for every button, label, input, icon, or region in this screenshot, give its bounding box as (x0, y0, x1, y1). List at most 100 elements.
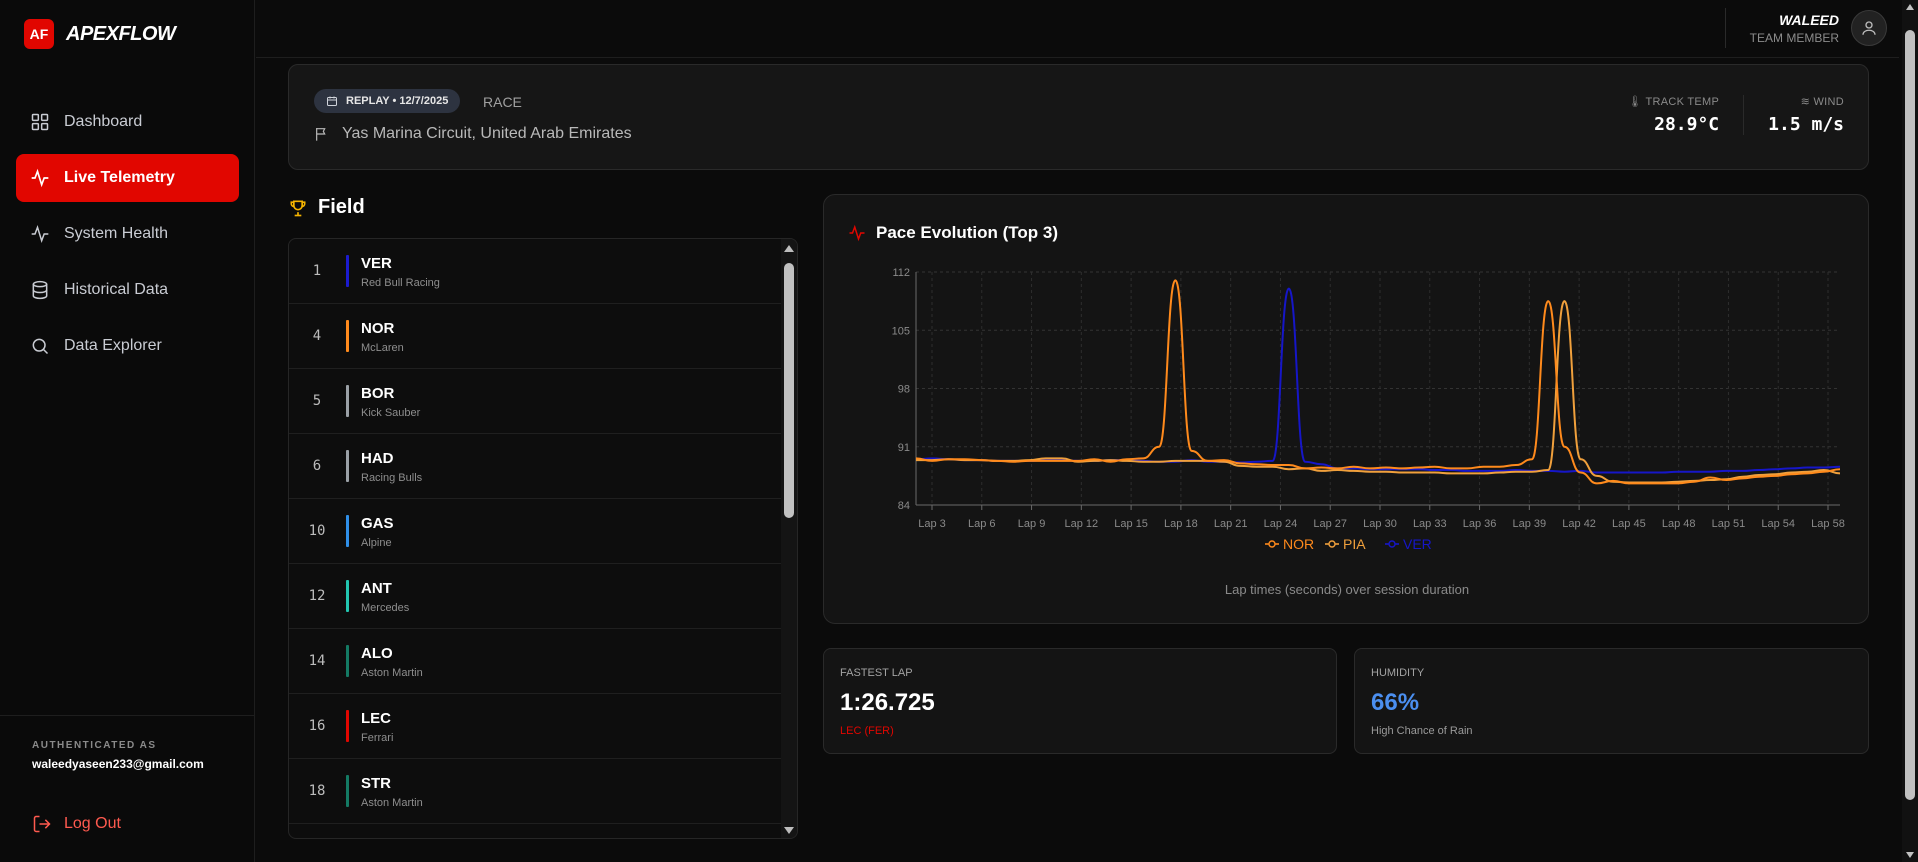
driver-team: Ferrari (361, 732, 394, 744)
team-color-bar (346, 515, 349, 547)
team-color-bar (346, 710, 349, 742)
nav-item-system-health[interactable]: System Health (16, 210, 239, 258)
field-title-label: Field (318, 196, 365, 218)
nav-item-data-explorer[interactable]: Data Explorer (16, 322, 239, 370)
driver-code: VER (361, 255, 392, 272)
team-color-bar (346, 255, 349, 287)
nav-label: Live Telemetry (64, 169, 175, 186)
driver-position: 14 (308, 653, 326, 669)
trophy-icon (290, 200, 306, 216)
driver-row[interactable]: 14 ALO Aston Martin (289, 629, 797, 694)
driver-row[interactable]: 5 BOR Kick Sauber (289, 369, 797, 434)
fastest-lap-value: 1:26.725 (840, 689, 935, 716)
driver-team: McLaren (361, 342, 404, 354)
x-tick-label: Lap 24 (1264, 518, 1298, 530)
legend-item-ver[interactable]: VER (1385, 536, 1432, 552)
scroll-down-arrow[interactable] (784, 827, 794, 834)
user-name: WALEED (1779, 11, 1839, 28)
driver-row[interactable]: 6 HAD Racing Bulls (289, 434, 797, 499)
driver-code: ANT (361, 580, 392, 597)
driver-row[interactable]: 18 STR Aston Martin (289, 759, 797, 824)
user-menu[interactable]: WALEED TEAM MEMBER (1724, 8, 1899, 48)
y-tick-label: 91 (898, 442, 910, 454)
pace-chart: 84 91 98 105 112 Lap 3 Lap 6 Lap 9 Lap 12 Lap 15 L… (892, 267, 1845, 552)
driver-team: Aston Martin (361, 797, 423, 809)
team-color-bar (346, 450, 349, 482)
nav-item-dashboard[interactable]: Dashboard (16, 98, 239, 146)
driver-code: BOR (361, 385, 395, 402)
humidity-label: HUMIDITY (1371, 667, 1425, 679)
weather-stats: 🌡 TRACK TEMP 28.9°C ≋ WIND 1.5 m/s (1604, 95, 1844, 135)
pace-chart-title: Pace Evolution (Top 3) (848, 223, 1058, 243)
series-line-nor (915, 279, 1841, 485)
scroll-thumb[interactable] (784, 263, 794, 518)
team-color-bar (346, 320, 349, 352)
legend-label: PIA (1343, 536, 1366, 552)
wind-icon: ≋ (1800, 96, 1811, 108)
driver-position: 6 (312, 458, 322, 474)
x-tick-label: Lap 42 (1562, 518, 1596, 530)
page-scrollbar[interactable] (1902, 0, 1918, 862)
team-color-bar (346, 645, 349, 677)
avatar[interactable] (1851, 10, 1887, 46)
driver-position: 18 (308, 783, 326, 799)
page-scroll-down-arrow[interactable] (1906, 852, 1914, 858)
x-tick-label: Lap 12 (1065, 518, 1099, 530)
driver-rows: 1 VER Red Bull Racing 4 NOR McLaren 5 BOR Kick S… (289, 239, 797, 824)
activity-icon (849, 224, 865, 242)
x-tick-label: Lap 51 (1712, 518, 1746, 530)
scroll-up-arrow[interactable] (784, 245, 794, 252)
track-temp: 🌡 TRACK TEMP 28.9°C (1604, 95, 1719, 135)
nav-label: Data Explorer (64, 337, 162, 354)
driver-team: Mercedes (361, 602, 410, 614)
fastest-lap-label: FASTEST LAP (840, 667, 913, 679)
brand-logo[interactable]: AF APEXFLOW (24, 19, 176, 49)
driver-row[interactable]: 4 NOR McLaren (289, 304, 797, 369)
legend-item-pia[interactable]: PIA (1325, 536, 1366, 552)
driver-position: 12 (308, 588, 326, 604)
driver-row[interactable]: 1 VER Red Bull Racing (289, 239, 797, 304)
legend-marker (1328, 540, 1336, 548)
circuit: Yas Marina Circuit, United Arab Emirates (314, 125, 632, 143)
x-tick-label: Lap 33 (1413, 518, 1447, 530)
x-tick-label: Lap 39 (1513, 518, 1547, 530)
pulse-icon (31, 225, 49, 243)
driver-position: 16 (308, 718, 326, 734)
x-tick-label: Lap 15 (1114, 518, 1148, 530)
series-line-pia (916, 300, 1841, 484)
legend-label: NOR (1283, 536, 1314, 552)
y-tick-label: 84 (898, 500, 910, 512)
page-scroll-up-arrow[interactable] (1906, 4, 1914, 10)
flag-icon (316, 128, 326, 141)
user-icon (1862, 21, 1876, 35)
page-scroll-thumb[interactable] (1905, 30, 1915, 800)
legend-item-nor[interactable]: NOR (1265, 536, 1314, 552)
x-tick-label: Lap 45 (1612, 518, 1646, 530)
series-line-ver (915, 287, 1841, 474)
humidity-value: 66% (1371, 689, 1420, 716)
driver-list[interactable]: 1 VER Red Bull Racing 4 NOR McLaren 5 BOR Kick S… (288, 238, 798, 839)
session-type: RACE (483, 94, 522, 110)
driver-row[interactable]: 10 GAS Alpine (289, 499, 797, 564)
nav-item-live-telemetry[interactable]: Live Telemetry (16, 154, 239, 202)
driver-code: ALO (361, 645, 393, 662)
logout-button[interactable]: Log Out (32, 814, 121, 834)
track-temp-value: 28.9°C (1654, 114, 1720, 135)
pace-chart-caption: Lap times (seconds) over session duratio… (1224, 582, 1470, 597)
driver-row[interactable]: 16 LEC Ferrari (289, 694, 797, 759)
x-tick-label: Lap 48 (1662, 518, 1696, 530)
list-scrollbar[interactable] (781, 239, 797, 838)
driver-position: 5 (312, 393, 322, 409)
nav-label: Dashboard (64, 113, 143, 130)
driver-row[interactable]: 12 ANT Mercedes (289, 564, 797, 629)
driver-team: Racing Bulls (361, 472, 423, 484)
y-tick-label: 105 (892, 325, 910, 337)
nav-item-historical-data[interactable]: Historical Data (16, 266, 239, 314)
pace-chart-card: 84 91 98 105 112 Lap 3 Lap 6 Lap 9 Lap 12 Lap 15 L… (823, 194, 1869, 624)
driver-code: HAD (361, 450, 394, 467)
top-bar: WALEED TEAM MEMBER (256, 0, 1899, 58)
driver-code: STR (361, 775, 391, 792)
wind: ≋ WIND 1.5 m/s (1743, 95, 1844, 135)
x-tick-label: Lap 36 (1463, 518, 1497, 530)
replay-badge-label: REPLAY • 12/7/2025 (346, 95, 449, 107)
